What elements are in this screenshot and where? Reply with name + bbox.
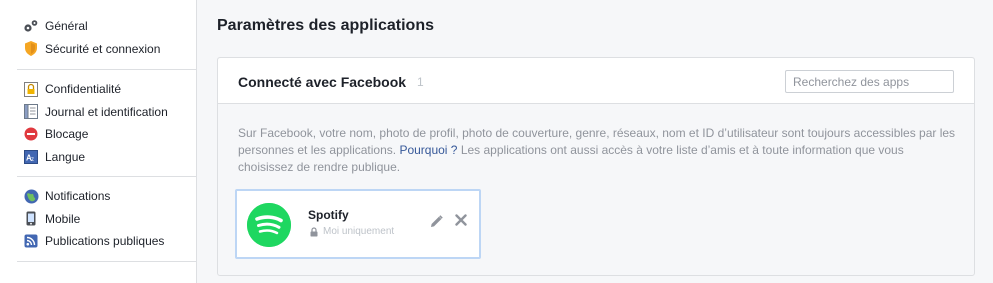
sidebar-item-public-posts[interactable]: Publications publiques — [23, 230, 196, 253]
privacy-label: Moi uniquement — [323, 226, 395, 237]
spotify-logo-icon — [247, 203, 291, 247]
sidebar-item-security[interactable]: Sécurité et connexion — [23, 38, 196, 61]
sidebar-item-label: Général — [45, 19, 88, 34]
lock-icon — [310, 226, 318, 237]
apps-count: 1 — [417, 75, 424, 89]
shield-icon — [23, 41, 39, 57]
gears-icon — [23, 18, 39, 34]
sidebar-item-label: Publications publiques — [45, 234, 165, 249]
sidebar-item-label: Journal et identification — [45, 104, 168, 119]
search-apps-input[interactable] — [785, 70, 954, 93]
sidebar-item-label: Mobile — [45, 211, 81, 226]
sidebar-item-label: Langue — [45, 149, 86, 164]
sidebar-divider — [17, 260, 197, 262]
main-content: Paramètres des applications Connecté ave… — [197, 0, 993, 283]
language-icon: A z — [23, 149, 39, 165]
apps-panel: Connecté avec Facebook 1 Sur Facebook, v… — [217, 57, 975, 276]
sidebar-item-language[interactable]: A z Langue — [23, 146, 196, 169]
sidebar-item-label: Sécurité et connexion — [45, 41, 161, 56]
sidebar-item-label: Notifications — [45, 189, 111, 204]
sidebar-item-general[interactable]: Général — [23, 15, 196, 38]
panel-title: Connecté avec Facebook — [238, 74, 407, 90]
info-text: Sur Facebook, votre nom, photo de profil… — [238, 125, 960, 176]
sidebar-item-notifications[interactable]: Notifications — [23, 185, 196, 208]
sidebar-item-label: Blocage — [45, 127, 89, 142]
why-link[interactable]: Pourquoi ? — [399, 143, 457, 157]
panel-header: Connecté avec Facebook 1 — [218, 58, 974, 104]
svg-text:z: z — [31, 157, 34, 163]
sidebar-group-notifications: Notifications Mobile Publications publiq… — [0, 177, 196, 261]
lock-icon — [23, 81, 39, 97]
page-title: Paramètres des applications — [217, 17, 434, 34]
remove-app-icon[interactable] — [455, 214, 467, 229]
sidebar-item-timeline[interactable]: Journal et identification — [23, 101, 196, 124]
app-name: Spotify — [308, 208, 349, 222]
block-icon — [23, 126, 39, 142]
rss-icon — [23, 233, 39, 249]
globe-icon — [23, 188, 39, 204]
sidebar-item-privacy[interactable]: Confidentialité — [23, 78, 196, 101]
sidebar-item-label: Confidentialité — [45, 82, 122, 97]
mobile-icon — [23, 211, 39, 227]
journal-icon — [23, 104, 39, 120]
sidebar-group-privacy: Confidentialité Journal et identificatio… — [0, 70, 196, 176]
edit-pencil-icon[interactable] — [430, 215, 443, 231]
sidebar-item-mobile[interactable]: Mobile — [23, 208, 196, 231]
settings-sidebar: Général Sécurité et connexion Confidenti — [0, 0, 197, 283]
sidebar-item-blocking[interactable]: Blocage — [23, 123, 196, 146]
app-card[interactable]: Spotify Moi uniquement — [235, 189, 481, 259]
sidebar-group-account: Général Sécurité et connexion — [0, 0, 196, 69]
app-privacy[interactable]: Moi uniquement — [310, 226, 394, 237]
